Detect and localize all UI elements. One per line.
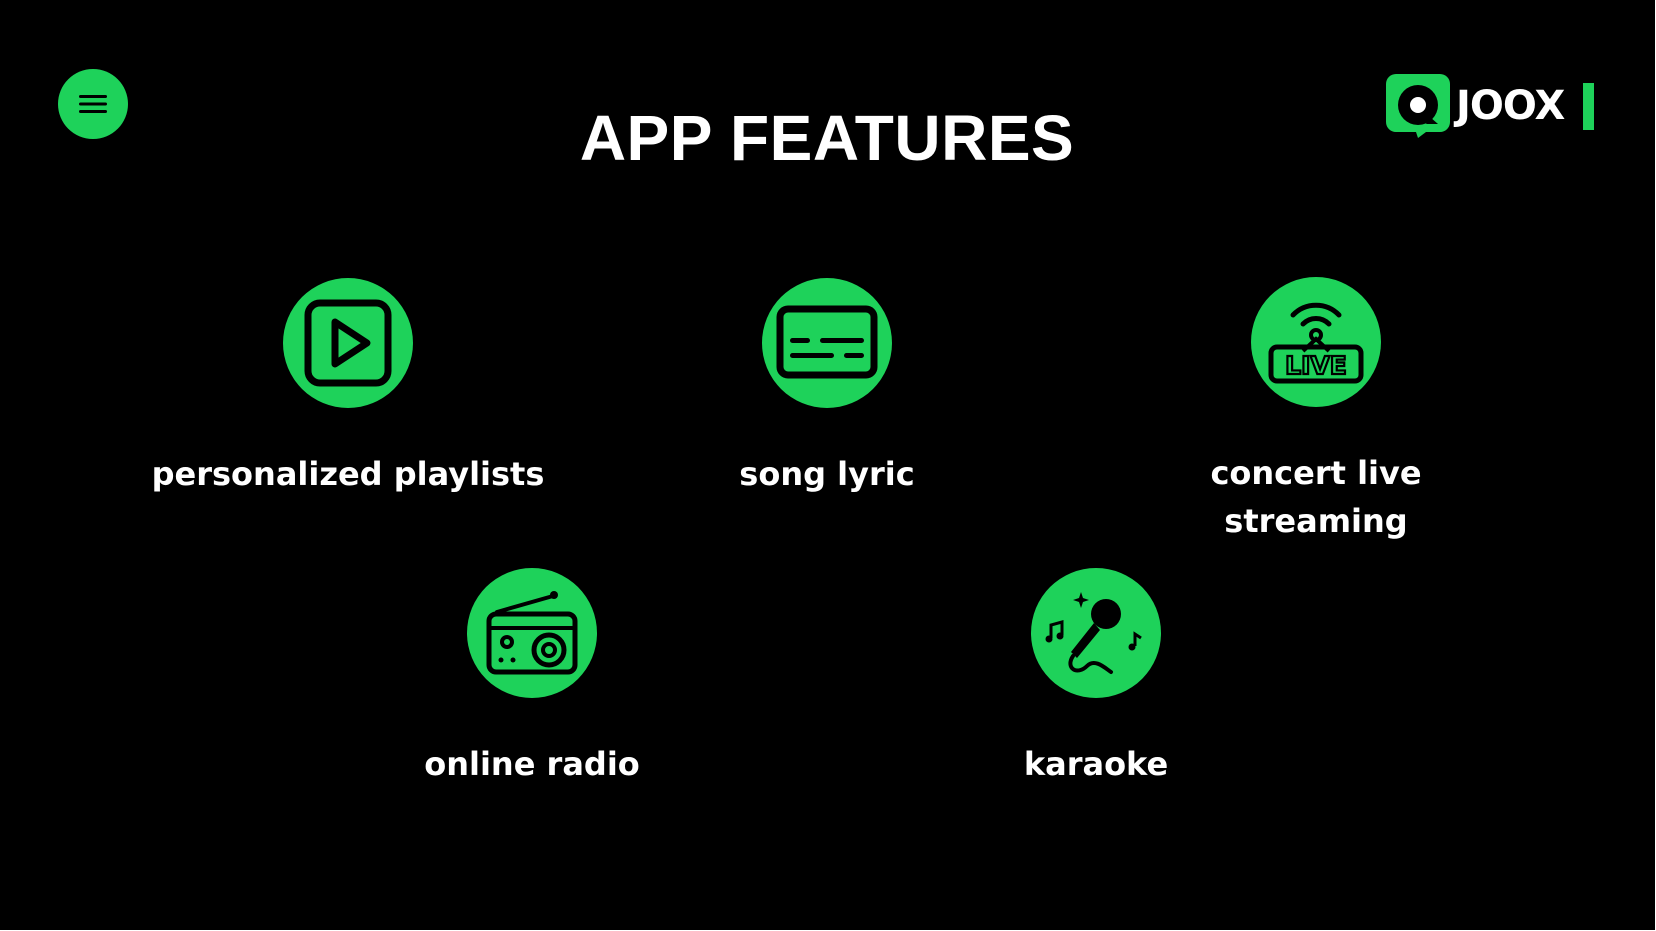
feature-label: personalized playlists bbox=[151, 455, 545, 493]
feature-label: online radio bbox=[424, 745, 640, 783]
feature-online-radio[interactable]: online radio bbox=[332, 568, 732, 788]
slide: APP FEATURES JOOX personalized playlists bbox=[0, 0, 1655, 930]
feature-label: karaoke bbox=[1023, 745, 1169, 783]
subtitles-icon bbox=[776, 305, 878, 379]
feature-karaoke[interactable]: karaoke bbox=[896, 568, 1296, 788]
play-button-icon bbox=[304, 299, 392, 387]
live-broadcast-icon: LIVE bbox=[1268, 302, 1364, 384]
feature-icon-circle bbox=[467, 568, 597, 698]
feature-icon-circle: LIVE bbox=[1251, 277, 1381, 407]
feature-icon-circle bbox=[283, 278, 413, 408]
logo-accent-bar bbox=[1583, 83, 1594, 130]
feature-song-lyric[interactable]: song lyric bbox=[627, 278, 1027, 498]
feature-concert-live-streaming[interactable]: LIVE concert live streaming bbox=[1116, 277, 1516, 545]
logo-text: JOOX bbox=[1456, 83, 1565, 129]
radio-icon bbox=[486, 591, 578, 675]
svg-text:LIVE: LIVE bbox=[1285, 351, 1347, 380]
feature-icon-circle bbox=[762, 278, 892, 408]
page-frame: APP FEATURES JOOX personalized playlists bbox=[0, 0, 1656, 931]
microphone-icon bbox=[1045, 592, 1142, 674]
joox-logo[interactable]: JOOX bbox=[1386, 74, 1565, 138]
feature-icon-circle bbox=[1031, 568, 1161, 698]
feature-label: concert live streaming bbox=[1210, 454, 1422, 540]
feature-personalized-playlists[interactable]: personalized playlists bbox=[148, 278, 548, 498]
joox-logo-icon bbox=[1386, 74, 1450, 138]
feature-label: song lyric bbox=[739, 455, 915, 493]
